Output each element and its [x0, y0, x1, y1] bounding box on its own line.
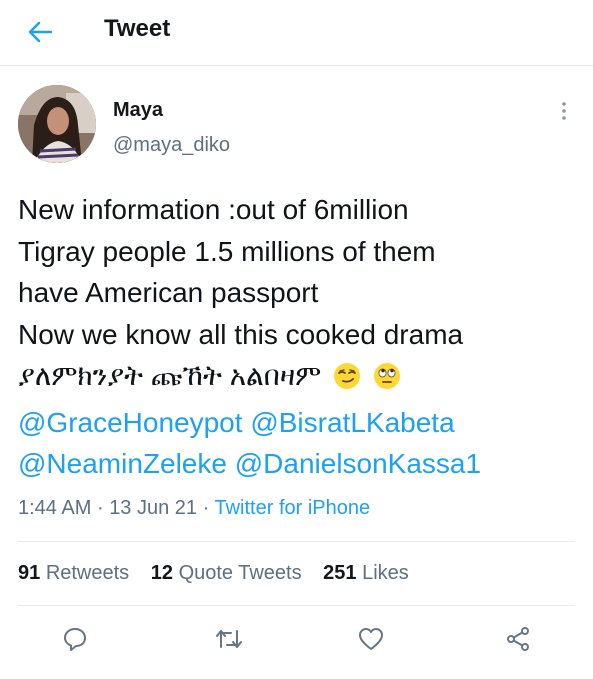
avatar[interactable]	[18, 85, 96, 163]
back-button[interactable]	[20, 14, 60, 50]
mention-link[interactable]: @BisratLKabeta	[250, 407, 454, 438]
face-with-rolling-eyes-icon	[373, 360, 401, 402]
divider	[18, 541, 575, 542]
share-icon	[507, 627, 529, 651]
tweet-meta: 1:44 AM · 13 Jun 21 · Twitter for iPhone	[18, 497, 370, 520]
more-vertical-icon	[562, 102, 566, 120]
tweet-line: Now we know all this cooked drama	[18, 318, 464, 350]
tweet-mentions: @NeaminZeleke @DanielsonKassa1	[18, 443, 578, 485]
mention-link[interactable]: @GraceHoneypot	[18, 407, 243, 438]
like-button[interactable]	[356, 624, 386, 654]
mention-link[interactable]: @NeaminZeleke	[18, 448, 227, 479]
amharic-text: ያለምክንያት ጩኸት አልበዛም	[18, 360, 322, 391]
tweet-source-link[interactable]: Twitter for iPhone	[214, 497, 370, 519]
arrow-left-icon	[28, 21, 53, 43]
heart-icon	[359, 628, 383, 650]
quote-tweets-label: Quote Tweets	[178, 562, 302, 584]
tweet-mentions: @GraceHoneypot @BisratLKabeta	[18, 402, 578, 444]
retweet-icon	[216, 630, 242, 648]
divider	[18, 605, 575, 606]
retweet-button[interactable]	[214, 624, 244, 654]
likes-label: Likes	[362, 562, 409, 584]
retweets-count: 91	[18, 562, 41, 584]
retweets-stat[interactable]: 91 Retweets	[18, 562, 129, 584]
more-options-button[interactable]	[554, 99, 574, 123]
tweet-text: New information :out of 6million Tigray …	[18, 189, 578, 485]
likes-count: 251	[323, 562, 357, 584]
tweet-line: New information :out of 6million	[18, 194, 409, 225]
meta-separator: ·	[96, 497, 104, 519]
quote-tweets-stat[interactable]: 12 Quote Tweets	[151, 562, 302, 584]
tweet-actions	[0, 624, 593, 658]
tweet-author: Maya @maya_diko	[18, 85, 578, 170]
reply-button[interactable]	[60, 624, 90, 654]
reply-icon	[64, 628, 86, 651]
tweet-line: Tigray people 1.5 millions of them	[18, 235, 436, 267]
tweet-line: have American passport	[18, 277, 319, 308]
smirking-face-icon	[333, 360, 361, 402]
tweet-line-amharic: ያለምክንያት ጩኸት አልበዛም	[18, 355, 578, 402]
quote-tweets-count: 12	[150, 562, 173, 584]
tweet-stats: 91 Retweets 12 Quote Tweets 251 Likes	[18, 562, 425, 585]
retweets-label: Retweets	[45, 562, 130, 584]
top-bar: Tweet	[0, 0, 593, 66]
user-handle[interactable]: @maya_diko	[113, 134, 230, 157]
likes-stat[interactable]: 251 Likes	[323, 562, 409, 584]
share-button[interactable]	[503, 624, 533, 654]
meta-separator: ·	[202, 497, 210, 519]
mention-link[interactable]: @DanielsonKassa1	[235, 448, 481, 479]
page-title: Tweet	[104, 15, 171, 42]
display-name[interactable]: Maya	[113, 99, 163, 122]
tweet-time[interactable]: 1:44 AM	[18, 497, 91, 519]
avatar-image	[18, 85, 96, 163]
tweet-date[interactable]: 13 Jun 21	[109, 497, 197, 519]
